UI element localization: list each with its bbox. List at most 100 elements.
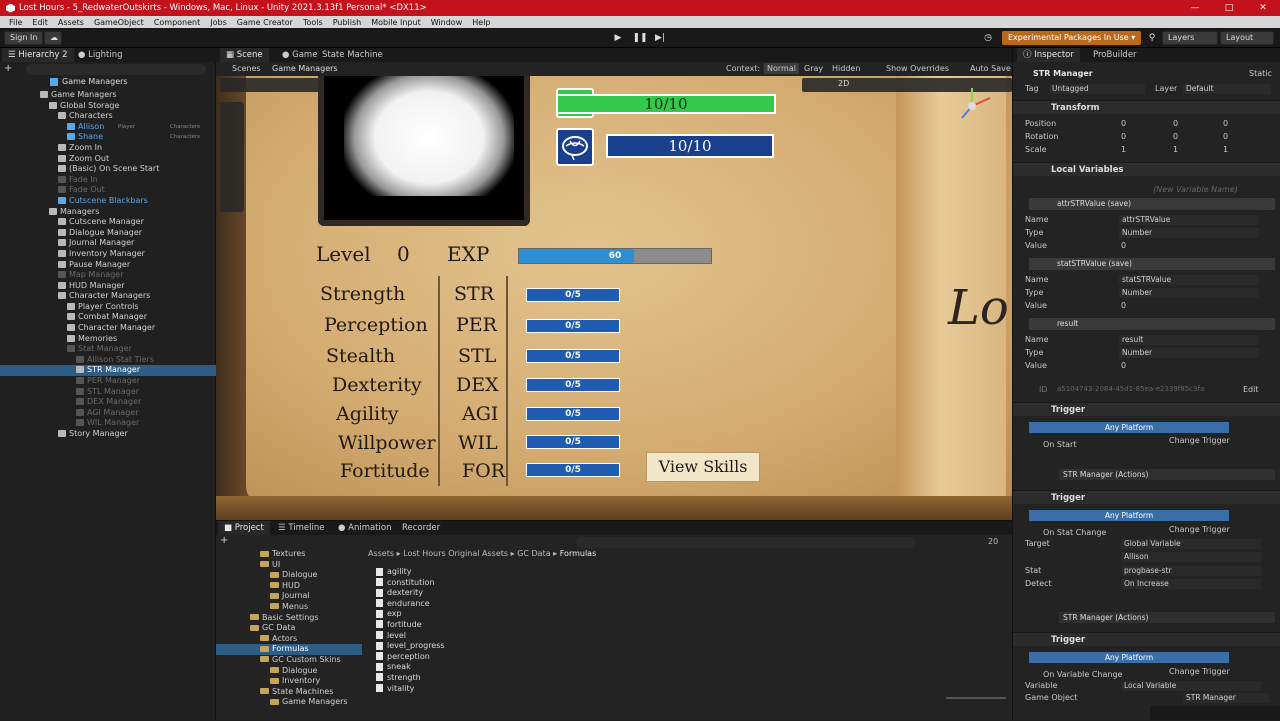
local-variables-header[interactable]: Local Variables [1013, 162, 1280, 176]
position-x[interactable]: 0 [1121, 118, 1126, 129]
search-icon[interactable]: ⚲ [1142, 31, 1162, 45]
change-trigger-button-3[interactable]: Change Trigger [1169, 666, 1230, 677]
hierarchy-row[interactable]: DEX Manager [0, 397, 216, 408]
menu-gameobject[interactable]: GameObject [89, 18, 149, 27]
project-file[interactable]: endurance [376, 599, 445, 610]
hierarchy-row[interactable]: STL Manager [0, 387, 216, 398]
gameobject-field[interactable]: STR Manager [1183, 693, 1269, 703]
project-folder[interactable]: Inventory [216, 676, 362, 687]
project-file[interactable]: strength [376, 673, 445, 684]
hierarchy-row[interactable]: Allison Stat Tiers [0, 355, 216, 366]
menu-file[interactable]: File [4, 18, 27, 27]
project-file[interactable]: agility [376, 567, 445, 578]
tab-state-machine[interactable]: State Machine [316, 48, 389, 62]
var1-value-field[interactable]: 0 [1121, 300, 1126, 311]
hierarchy-row[interactable]: WIL Manager [0, 418, 216, 429]
context-gray-button[interactable]: Gray [804, 64, 823, 73]
hierarchy-row[interactable]: Stat Manager [0, 344, 216, 355]
create-asset-icon[interactable]: + [220, 535, 228, 546]
hierarchy-row[interactable]: AGI Manager [0, 408, 216, 419]
project-folder[interactable]: GC Data [216, 623, 362, 634]
trigger-header-2[interactable]: Trigger [1013, 490, 1280, 504]
trigger1-actions[interactable]: STR Manager (Actions) [1059, 469, 1275, 480]
trigger-header-1[interactable]: Trigger [1013, 402, 1280, 416]
any-platform-bar-3[interactable]: Any Platform [1029, 652, 1229, 663]
hierarchy-row[interactable]: Cutscene Manager [0, 217, 216, 228]
project-folder[interactable]: Dialogue [216, 570, 362, 581]
crumb-formulas[interactable]: Formulas [560, 549, 597, 558]
step-icon[interactable]: ▶| [650, 31, 670, 45]
tab-scene[interactable]: ▦ Scene [220, 48, 269, 62]
hierarchy-row[interactable]: Story Manager [0, 429, 216, 440]
scene-tool-strip[interactable] [220, 102, 244, 212]
hierarchy-row[interactable]: Memories [0, 334, 216, 345]
hierarchy-row[interactable]: Character Managers [0, 291, 216, 302]
project-file[interactable]: exp [376, 609, 445, 620]
add-object-icon[interactable]: + [4, 62, 14, 76]
project-file[interactable]: fortitude [376, 620, 445, 631]
crumb-lost-hours[interactable]: Lost Hours Original Assets [403, 549, 508, 558]
project-file[interactable]: vitality [376, 684, 445, 695]
scale-z[interactable]: 1 [1223, 144, 1228, 155]
project-folder[interactable]: Menus [216, 602, 362, 613]
position-z[interactable]: 0 [1223, 118, 1228, 129]
hierarchy-row[interactable]: Cutscene Blackbars [0, 196, 216, 207]
menu-edit[interactable]: Edit [27, 18, 53, 27]
tab-project[interactable]: ■ Project [218, 521, 270, 535]
hierarchy-row[interactable]: Dialogue Manager [0, 228, 216, 239]
var0-name-field[interactable]: attrSTRValue [1119, 215, 1259, 225]
var0-type-dropdown[interactable]: Number [1119, 228, 1259, 238]
hierarchy-row[interactable]: Game Managers [0, 90, 216, 101]
var2-name-field[interactable]: result [1119, 335, 1259, 345]
tab-timeline[interactable]: ☰ Timeline [272, 521, 330, 535]
hierarchy-row[interactable]: Character Manager [0, 323, 216, 334]
project-folder[interactable]: Textures [216, 549, 362, 560]
stat-dropdown[interactable]: progbase-str [1121, 566, 1261, 576]
crumb-gc-data[interactable]: GC Data [517, 549, 550, 558]
hierarchy-row[interactable]: STR Manager [0, 365, 216, 377]
history-icon[interactable]: ◷ [978, 31, 998, 45]
project-file[interactable]: level [376, 631, 445, 642]
sign-in-button[interactable]: Sign In [4, 31, 44, 45]
project-folder[interactable]: Dialogue [216, 666, 362, 677]
rotation-y[interactable]: 0 [1173, 131, 1178, 142]
tag-dropdown[interactable]: Untagged [1049, 84, 1145, 94]
view-skills-button[interactable]: View Skills [646, 452, 760, 482]
project-folder[interactable]: Actors [216, 634, 362, 645]
target-character-dropdown[interactable]: Allison [1121, 552, 1261, 562]
show-overrides-toggle[interactable]: Show Overrides [886, 64, 949, 73]
hierarchy-row[interactable]: HUD Manager [0, 281, 216, 292]
hierarchy-row[interactable]: (Basic) On Scene Start [0, 164, 216, 175]
tab-hierarchy[interactable]: ☰ Hierarchy 2 [2, 48, 74, 62]
var2-value-field[interactable]: 0 [1121, 360, 1126, 371]
tab-lighting[interactable]: ● Lighting [72, 48, 128, 62]
menu-component[interactable]: Component [149, 18, 205, 27]
id-edit-button[interactable]: Edit [1243, 384, 1259, 395]
target-dropdown[interactable]: Global Variable [1121, 539, 1261, 549]
project-folder[interactable]: Game Managers [216, 697, 362, 708]
trigger-header-3[interactable]: Trigger [1013, 632, 1280, 646]
menu-window[interactable]: Window [426, 18, 468, 27]
layer-dropdown[interactable]: Default [1183, 84, 1271, 94]
project-file[interactable]: constitution [376, 578, 445, 589]
crumb-assets[interactable]: Assets [368, 549, 394, 558]
layout-dropdown[interactable]: Layout [1220, 31, 1274, 45]
project-folder[interactable]: Formulas [216, 644, 362, 655]
project-folder[interactable]: UI [216, 560, 362, 571]
scene-root-label[interactable]: Game Managers [50, 76, 216, 87]
var2-type-dropdown[interactable]: Number [1119, 348, 1259, 358]
hierarchy-row[interactable]: Pause Manager [0, 260, 216, 271]
hierarchy-row[interactable]: Fade In [0, 175, 216, 186]
context-normal-button[interactable]: Normal [764, 63, 799, 74]
change-trigger-button-1[interactable]: Change Trigger [1169, 435, 1230, 446]
mode-2d-button[interactable]: 2D [838, 79, 849, 88]
new-variable-input[interactable]: (New Variable Name) [1153, 184, 1238, 195]
position-y[interactable]: 0 [1173, 118, 1178, 129]
project-folder[interactable]: GC Custom Skins [216, 655, 362, 666]
cloud-icon[interactable]: ☁ [44, 31, 62, 45]
rotation-z[interactable]: 0 [1223, 131, 1228, 142]
project-folder[interactable]: State Machines [216, 687, 362, 698]
scene-viewport[interactable]: 2D 10/10 10/10 Level 0 EXP 60 Strength S… [216, 76, 1012, 520]
hierarchy-row[interactable]: Zoom In [0, 143, 216, 154]
project-search-input[interactable] [576, 537, 916, 548]
